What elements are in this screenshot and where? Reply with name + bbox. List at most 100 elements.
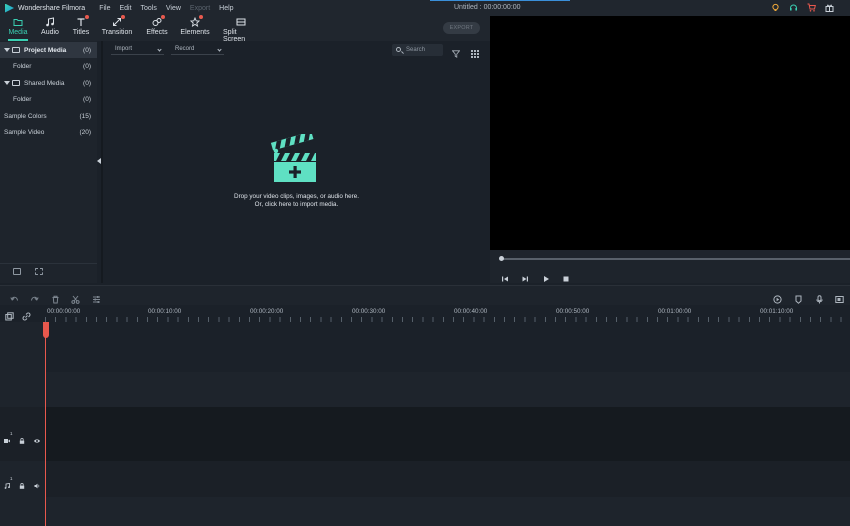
menu-file[interactable]: File — [99, 5, 110, 12]
library-item-count: (0) — [83, 46, 91, 54]
titles-icon — [76, 15, 89, 27]
expand-arrow-icon[interactable] — [4, 48, 10, 52]
menu-view[interactable]: View — [166, 5, 181, 12]
library-item-sample-video[interactable]: Sample Video (20) — [0, 124, 97, 140]
titles-new-badge — [85, 15, 89, 19]
expand-arrow-icon[interactable] — [4, 81, 10, 85]
grid-view-icon[interactable] — [471, 45, 479, 58]
voiceover-icon[interactable] — [835, 291, 844, 303]
remove-folder-icon[interactable] — [35, 268, 43, 275]
empty-track-area[interactable] — [45, 497, 850, 526]
empty-track-header — [0, 322, 45, 372]
microphone-icon[interactable] — [815, 291, 824, 304]
preview-viewer[interactable] — [490, 16, 850, 250]
empty-track-header — [0, 372, 45, 407]
library-item-label: Project Media — [24, 46, 67, 54]
preview-controls — [490, 250, 850, 283]
new-folder-icon[interactable] — [13, 268, 21, 275]
gift-icon[interactable] — [825, 3, 834, 12]
tab-transition-label: Transition — [101, 29, 133, 36]
cut-icon[interactable] — [71, 291, 80, 304]
tab-elements[interactable]: Elements — [180, 15, 210, 39]
library-item-project-media[interactable]: Project Media (0) — [0, 42, 97, 58]
folder-icon — [12, 80, 20, 86]
tab-effects-label: Effects — [146, 29, 168, 36]
adjust-icon[interactable] — [92, 291, 101, 303]
split-screen-icon — [236, 17, 246, 27]
empty-track-header — [0, 497, 45, 526]
media-panel: Import Record Search Drop your video cli… — [103, 41, 490, 283]
playhead-line[interactable] — [45, 322, 46, 526]
bulb-icon[interactable] — [771, 3, 780, 12]
audio-track-area[interactable] — [45, 461, 850, 497]
chevron-down-icon — [157, 47, 162, 52]
export-button[interactable]: EXPORT — [443, 22, 480, 34]
tab-titles[interactable]: Titles — [72, 15, 90, 39]
ruler-time-label: 00:00:50:00 — [556, 308, 590, 315]
delete-icon[interactable] — [51, 291, 60, 304]
play-slow-icon[interactable] — [521, 270, 529, 282]
music-icon — [45, 17, 55, 27]
import-media-dropzone[interactable] — [253, 131, 337, 184]
tab-transition[interactable]: Transition — [101, 15, 133, 39]
elements-new-badge — [199, 15, 203, 19]
menu-edit[interactable]: Edit — [119, 5, 131, 12]
ruler-time-label: 00:00:40:00 — [454, 308, 488, 315]
play-icon[interactable] — [542, 270, 550, 282]
tab-split-screen[interactable]: Split Screen — [223, 17, 258, 43]
library-item-sample-colors[interactable]: Sample Colors (15) — [0, 108, 97, 124]
speaker-icon[interactable] — [34, 476, 40, 489]
add-track-icon[interactable] — [5, 308, 14, 321]
tab-media-label: Media — [8, 29, 28, 36]
record-dropdown[interactable]: Record — [171, 44, 224, 55]
search-input[interactable]: Search — [392, 44, 443, 56]
headset-support-icon[interactable] — [789, 3, 798, 12]
link-icon[interactable] — [22, 308, 31, 321]
preview-scrubber-handle[interactable] — [499, 256, 504, 261]
ruler-time-label: 00:00:10:00 — [148, 308, 182, 315]
tab-audio[interactable]: Audio — [40, 17, 60, 39]
library-item-count: (0) — [83, 62, 91, 70]
dropzone-hint[interactable]: Drop your video clips, images, or audio … — [103, 193, 490, 208]
stop-icon[interactable] — [562, 270, 570, 282]
library-item-folder[interactable]: Folder (0) — [0, 91, 97, 107]
library-item-count: (0) — [83, 79, 91, 87]
library-item-folder[interactable]: Folder (0) — [0, 58, 97, 74]
cart-icon[interactable] — [807, 3, 816, 12]
marker-icon[interactable] — [794, 291, 803, 304]
tab-titles-label: Titles — [72, 29, 90, 36]
tab-media[interactable]: Media — [8, 17, 28, 41]
tab-effects[interactable]: Effects — [146, 15, 168, 39]
clapperboard-add-icon — [270, 131, 316, 182]
lock-icon[interactable] — [19, 431, 25, 444]
timeline-ruler[interactable]: 00:00:00:00 00:00:10:00 00:00:20:00 00:0… — [0, 305, 850, 322]
collapse-sidebar-icon[interactable] — [97, 158, 101, 164]
video-track-header: 1 — [0, 407, 45, 461]
ruler-time-label: 00:00:00:00 — [47, 308, 81, 315]
preview-scrubber-track[interactable] — [500, 258, 850, 260]
eye-icon[interactable] — [34, 431, 40, 443]
redo-icon[interactable] — [30, 291, 39, 301]
playhead-handle[interactable] — [43, 322, 49, 338]
ruler-time-label: 00:00:30:00 — [352, 308, 386, 315]
empty-track-area[interactable] — [45, 372, 850, 407]
menu-export[interactable]: Export — [190, 5, 210, 12]
render-preview-icon[interactable] — [773, 291, 782, 304]
tab-audio-label: Audio — [41, 29, 59, 36]
library-item-label: Folder — [13, 95, 32, 103]
previous-frame-icon[interactable] — [501, 270, 509, 282]
menu-help[interactable]: Help — [219, 5, 233, 12]
menu-tools[interactable]: Tools — [141, 5, 157, 12]
library-item-count: (0) — [83, 95, 91, 103]
import-dropdown[interactable]: Import — [111, 44, 164, 55]
empty-track-area[interactable] — [45, 322, 850, 372]
undo-icon[interactable] — [10, 291, 19, 301]
search-placeholder: Search — [406, 47, 426, 53]
loading-indicator — [430, 0, 570, 1]
record-dropdown-label: Record — [175, 46, 195, 52]
filter-icon[interactable] — [451, 45, 461, 58]
video-track-area[interactable] — [45, 407, 850, 461]
library-item-count: (15) — [79, 112, 91, 120]
library-item-shared-media[interactable]: Shared Media (0) — [0, 75, 97, 91]
lock-icon[interactable] — [19, 476, 25, 489]
